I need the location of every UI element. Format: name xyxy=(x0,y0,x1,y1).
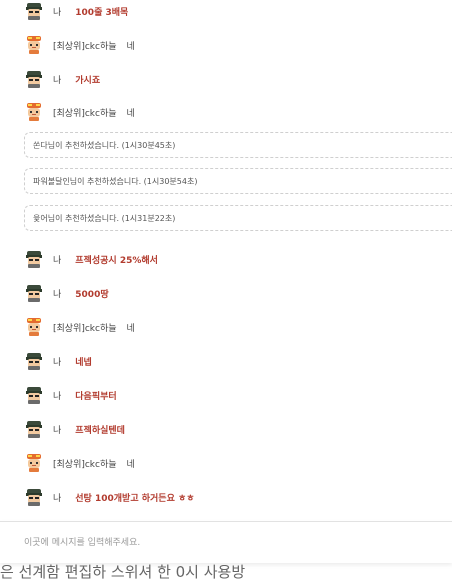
background-page-text: 은 선계함 편집하 스위셔 한 0시 사용방 xyxy=(0,563,246,581)
avatar-me-icon xyxy=(24,249,44,269)
sender-name: 나 xyxy=(53,391,62,402)
sender-name: 나 xyxy=(53,357,62,368)
avatar-other-icon xyxy=(24,102,44,122)
chat-message: [최상위]ckc하늘 네 xyxy=(24,35,135,55)
message-text: 네 xyxy=(126,41,135,52)
avatar-other-icon xyxy=(24,317,44,337)
avatar-me-icon xyxy=(24,69,44,89)
message-text: 선탕 100개받고 하거든요 ㅎㅎ xyxy=(75,493,195,504)
sender-name: 나 xyxy=(53,75,62,86)
chat-message: 나 선탕 100개받고 하거든요 ㅎㅎ xyxy=(24,487,195,507)
sender-name: 나 xyxy=(53,289,62,300)
sender-name: 나 xyxy=(53,493,62,504)
message-text: 가시죠 xyxy=(75,75,101,86)
message-text: 네넵 xyxy=(75,357,92,368)
sender-name: [최상위]ckc하늘 xyxy=(53,108,117,119)
chat-message: [최상위]ckc하늘 네 xyxy=(24,453,135,473)
message-text: 네 xyxy=(126,459,135,470)
chat-log: 나 100줄 3배목 [최상위]ckc하늘 네 나 가시죠 [최상위]ckc하늘… xyxy=(0,0,452,520)
chat-message: [최상위]ckc하늘 네 xyxy=(24,317,135,337)
message-text: 프젝성공시 25%해서 xyxy=(75,255,158,266)
sender-name: 나 xyxy=(53,7,62,18)
message-text: 5000땅 xyxy=(75,289,109,300)
recommend-notice: 파워볼달인님이 추천하셨습니다. (1시30분54초) xyxy=(24,168,452,194)
sender-name: 나 xyxy=(53,255,62,266)
avatar-me-icon xyxy=(24,1,44,21)
chat-message: 나 네넵 xyxy=(24,351,92,371)
chat-message: 나 100줄 3배목 xyxy=(24,1,128,21)
avatar-me-icon xyxy=(24,283,44,303)
recommend-notice: 윷어님이 추천하셨습니다. (1시31분22초) xyxy=(24,205,452,231)
message-text: 다음픽부터 xyxy=(75,391,117,402)
chat-message: 나 프젝하실텐데 xyxy=(24,419,125,439)
avatar-me-icon xyxy=(24,419,44,439)
avatar-me-icon xyxy=(24,351,44,371)
sender-name: [최상위]ckc하늘 xyxy=(53,41,117,52)
message-text: 네 xyxy=(126,108,135,119)
avatar-other-icon xyxy=(24,35,44,55)
message-input[interactable] xyxy=(0,522,452,563)
sender-name: 나 xyxy=(53,425,62,436)
chat-message: 나 5000땅 xyxy=(24,283,109,303)
message-text: 네 xyxy=(126,323,135,334)
avatar-me-icon xyxy=(24,385,44,405)
recommend-notice: 쏜다님이 추천하셨습니다. (1시30분45초) xyxy=(24,132,452,158)
sender-name: [최상위]ckc하늘 xyxy=(53,323,117,334)
avatar-me-icon xyxy=(24,487,44,507)
chat-message: [최상위]ckc하늘 네 xyxy=(24,102,135,122)
message-input-bar xyxy=(0,521,452,563)
chat-message: 나 다음픽부터 xyxy=(24,385,117,405)
sender-name: [최상위]ckc하늘 xyxy=(53,459,117,470)
message-text: 프젝하실텐데 xyxy=(75,425,125,436)
chat-message: 나 가시죠 xyxy=(24,69,100,89)
message-text: 100줄 3배목 xyxy=(75,7,129,18)
chat-message: 나 프젝성공시 25%해서 xyxy=(24,249,158,269)
avatar-other-icon xyxy=(24,453,44,473)
